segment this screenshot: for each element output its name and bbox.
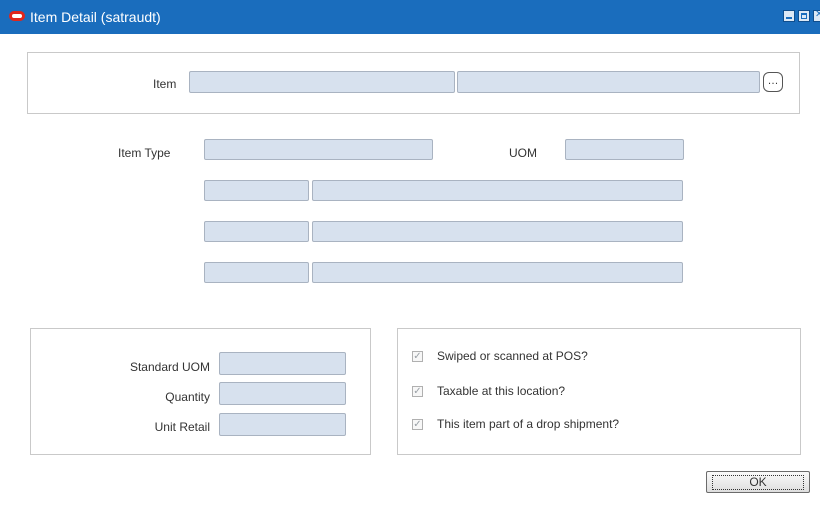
uom-label: UOM [509, 146, 537, 160]
taxable-label: Taxable at this location? [437, 384, 566, 398]
item-type-input[interactable] [204, 139, 433, 160]
drop-shipment-checkbox[interactable]: ✓ [412, 419, 423, 430]
maximize-icon[interactable] [798, 10, 810, 22]
swiped-label: Swiped or scanned at POS? [437, 349, 588, 363]
ok-button[interactable]: OK [706, 471, 810, 493]
speech-bubble-icon[interactable]: … [763, 72, 783, 92]
title-bar: Item Detail (satraudt) [0, 0, 820, 34]
window-title: Item Detail (satraudt) [30, 9, 161, 25]
quantity-label: Quantity [165, 390, 210, 404]
unit-retail-input[interactable] [219, 413, 346, 436]
item-input[interactable] [189, 71, 455, 93]
item-label: Item [153, 77, 177, 91]
standard-uom-input[interactable] [219, 352, 346, 375]
swiped-checkbox[interactable]: ✓ [412, 351, 423, 362]
minimize-icon[interactable] [783, 10, 795, 22]
oracle-logo-icon [9, 11, 25, 21]
attribute-desc-input[interactable] [312, 180, 683, 201]
item-description-input[interactable] [457, 71, 760, 93]
close-icon[interactable] [813, 9, 820, 22]
uom-input[interactable] [565, 139, 684, 160]
attribute-code-input[interactable] [204, 180, 309, 201]
attribute-code-input[interactable] [204, 262, 309, 283]
attribute-code-input[interactable] [204, 221, 309, 242]
attribute-desc-input[interactable] [312, 262, 683, 283]
ok-button-label: OK [712, 474, 804, 490]
taxable-checkbox[interactable]: ✓ [412, 386, 423, 397]
unit-retail-label: Unit Retail [154, 420, 210, 434]
quantity-input[interactable] [219, 382, 346, 405]
standard-uom-label: Standard UOM [129, 360, 210, 374]
attribute-desc-input[interactable] [312, 221, 683, 242]
drop-shipment-label: This item part of a drop shipment? [437, 417, 620, 431]
item-type-label: Item Type [118, 146, 171, 160]
